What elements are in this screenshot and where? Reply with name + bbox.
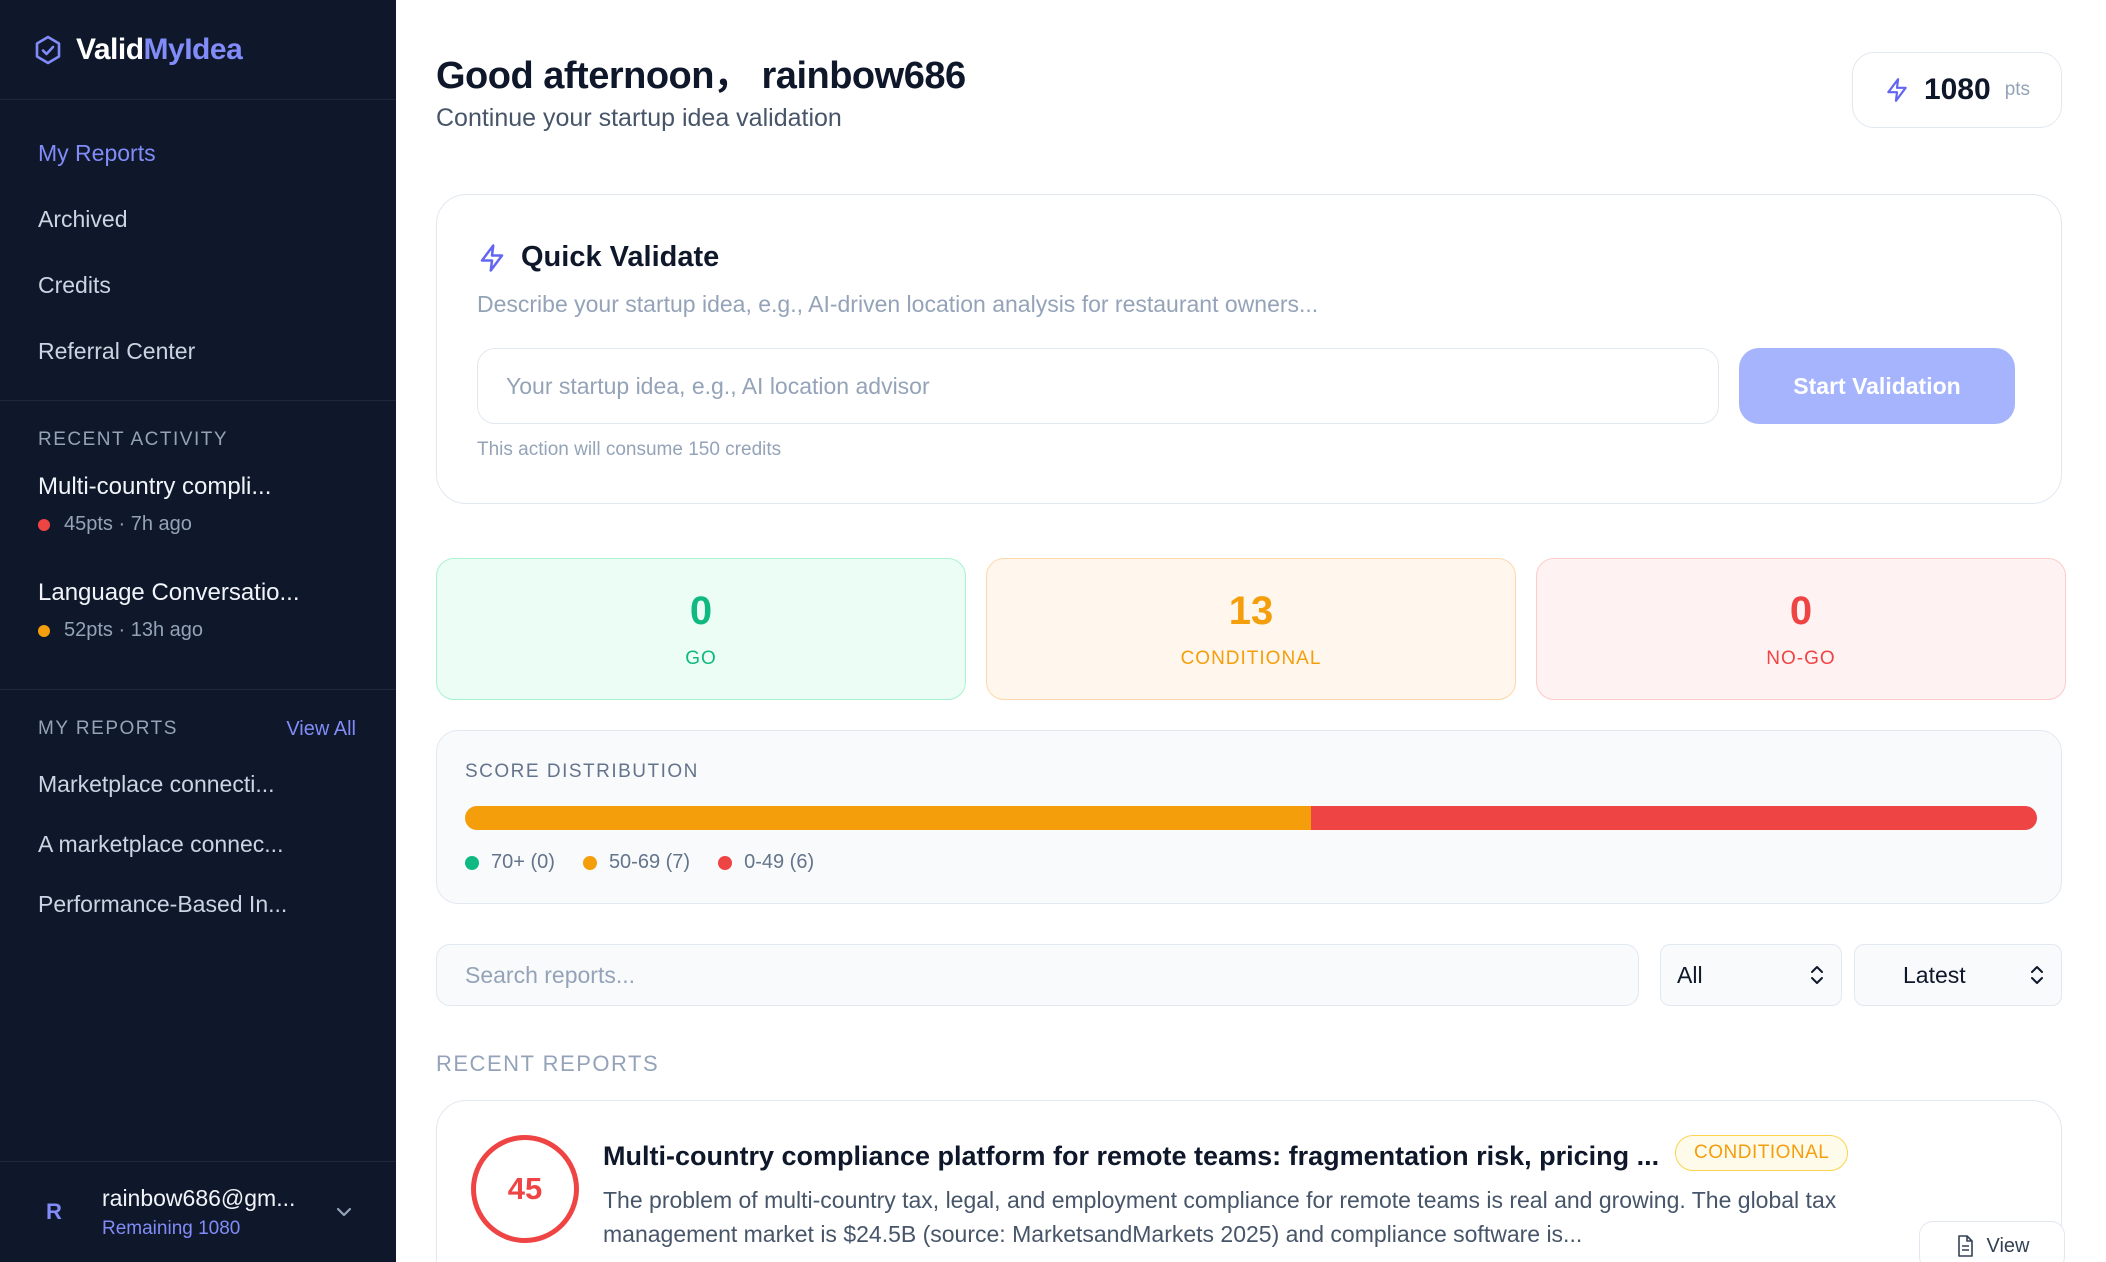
report-link[interactable]: A marketplace connec... [0,814,396,874]
report-link[interactable]: Performance-Based In... [0,874,396,934]
score-legend: 70+ (0) 50-69 (7) 0-49 (6) [465,851,842,874]
activity-item[interactable]: Language Conversatio... 52pts · 13h ago [0,563,396,669]
document-icon [1957,1235,1973,1257]
activity-title: Language Conversatio... [38,579,300,606]
chevron-updown-icon [1811,966,1823,984]
conditional-label: CONDITIONAL [1180,647,1322,669]
nav-my-reports[interactable]: My Reports [0,120,396,186]
view-report-button[interactable]: View [1919,1221,2065,1262]
legend-dot [718,855,733,870]
score-distribution-title: SCORE DISTRIBUTION [465,761,699,782]
idea-input[interactable] [477,348,1719,424]
status-dot [38,518,50,531]
go-label: GO [685,647,717,669]
legend-item: 0-49 (6) [718,851,814,874]
points-badge[interactable]: 1080 pts [1852,52,2062,128]
legend-label: 50-69 (7) [608,851,691,873]
nogo-label: NO-GO [1766,647,1836,669]
recent-activity-title: RECENT ACTIVITY [38,429,229,450]
nav-credits[interactable]: Credits [0,252,396,318]
points-unit: pts [2004,79,2031,100]
sidebar: ValidMyIdea My Reports Archived Credits … [0,0,396,1262]
avatar: R [46,1199,62,1224]
legend-item: 70+ (0) [465,851,555,874]
score-ring: 45 [471,1135,579,1243]
distribution-segment [465,806,1312,830]
nav-archived[interactable]: Archived [0,186,396,252]
status-filter-select[interactable]: All [1660,944,1842,1006]
nogo-stat-card[interactable]: 0 NO-GO [1536,558,2066,700]
chevron-updown-icon [2031,966,2043,984]
go-count: 0 [689,588,713,633]
brand-logo[interactable]: ValidMyIdea [0,0,396,100]
my-reports-section: MY REPORTS View All Marketplace connecti… [0,690,396,954]
go-stat-card[interactable]: 0 GO [436,558,966,700]
page-subtitle: Continue your startup idea validation [436,104,842,132]
activity-title: Multi-country compli... [38,473,272,500]
conditional-count: 13 [1228,588,1274,633]
report-card[interactable]: 45 Multi-country compliance platform for… [436,1100,2065,1262]
user-email: rainbow686@gm... [102,1184,296,1211]
activity-meta: 52pts · 13h ago [64,619,203,641]
distribution-segment [1311,806,2037,830]
view-all-link[interactable]: View All [286,718,356,741]
points-value: 1080 [1923,73,1991,106]
activity-meta: 45pts · 7h ago [64,513,192,535]
lightning-icon [480,243,504,272]
score-distribution-card: SCORE DISTRIBUTION 70+ (0) 50-69 (7) 0-4… [436,730,2062,904]
remaining-credits: Remaining 1080 [102,1217,241,1239]
activity-item[interactable]: Multi-country compli... 45pts · 7h ago [0,457,396,563]
report-description: The problem of multi-country tax, legal,… [603,1187,1837,1247]
quick-validate-description: Describe your startup idea, e.g., AI-dri… [477,291,1319,317]
report-link[interactable]: Marketplace connecti... [0,754,396,814]
credits-note: This action will consume 150 credits [477,439,782,460]
legend-item: 50-69 (7) [582,851,691,874]
hexagon-check-icon [32,34,64,66]
quick-validate-card: Quick Validate Describe your startup ide… [436,194,2062,504]
lightning-icon [1887,78,1907,102]
main-content: Good afternoon， rainbow686 Continue your… [396,0,2106,1262]
legend-label: 70+ (0) [491,851,555,873]
recent-activity-section: RECENT ACTIVITY Multi-country compli... … [0,401,396,690]
sort-value: Latest [1903,961,1966,988]
brand-name: ValidMyIdea [76,32,243,66]
my-reports-title: MY REPORTS [38,718,178,739]
legend-dot [582,855,597,870]
start-validation-button[interactable]: Start Validation [1739,348,2015,424]
legend-dot [465,855,479,870]
page-title: Good afternoon， rainbow686 [436,55,966,97]
status-filter-value: All [1677,961,1703,988]
main-nav: My Reports Archived Credits Referral Cen… [0,100,396,401]
quick-validate-title: Quick Validate [521,241,720,273]
legend-label: 0-49 (6) [744,851,815,873]
nogo-count: 0 [1789,588,1813,633]
chevron-down-icon[interactable] [332,1200,356,1224]
search-input[interactable] [436,944,1639,1006]
score-distribution-bar [465,806,2037,830]
report-title[interactable]: Multi-country compliance platform for re… [603,1141,1659,1172]
view-label: View [1986,1234,2030,1257]
user-menu[interactable]: R rainbow686@gm... Remaining 1080 [0,1161,396,1262]
recent-reports-title: RECENT REPORTS [436,1051,660,1076]
sort-select[interactable]: Latest [1854,944,2062,1006]
nav-referral-center[interactable]: Referral Center [0,318,396,384]
status-dot [38,624,50,637]
status-badge: CONDITIONAL [1675,1135,1849,1171]
conditional-stat-card[interactable]: 13 CONDITIONAL [986,558,1516,700]
